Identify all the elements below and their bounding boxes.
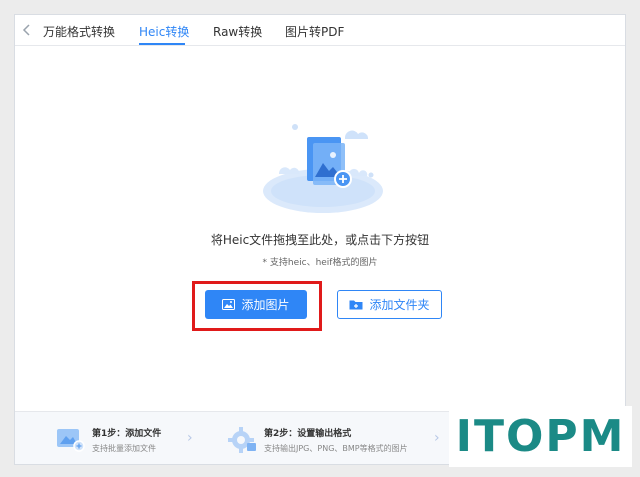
image-add-icon [57,429,85,452]
add-folder-button[interactable]: 添加文件夹 [337,290,442,319]
chevron-right-icon: › [434,430,440,446]
chevron-left-icon [22,24,30,36]
step-2-title: 第2步：设置输出格式 [264,429,352,439]
image-icon [222,299,236,310]
tab-heic-convert[interactable]: Heic转换 [139,23,189,40]
folder-add-icon [349,300,363,310]
chevron-right-icon: › [187,430,193,446]
upload-illustration [263,124,383,213]
format-support-note: * 支持heic、heif格式的图片 [262,258,378,268]
tab-raw-convert[interactable]: Raw转换 [213,23,262,40]
tab-image-to-pdf[interactable]: 图片转PDF [285,23,344,40]
add-image-label: 添加图片 [241,298,290,312]
tab-universal-convert[interactable]: 万能格式转换 [43,23,115,40]
step-1-desc: 支持批量添加文件 [92,444,156,453]
gear-icon [228,427,256,453]
watermark-logo: ITOPM [449,406,632,467]
back-button[interactable] [19,22,35,38]
tab-bar: 万能格式转换 Heic转换 Raw转换 图片转PDF [15,15,625,46]
step-2-desc: 支持输出JPG、PNG、BMP等格式的图片 [264,444,408,453]
active-tab-indicator [139,43,185,45]
add-image-button[interactable]: 添加图片 [205,290,307,319]
watermark-text: ITOPM [455,410,626,462]
drop-hint: 将Heic文件拖拽至此处，或点击下方按钮 [210,233,430,247]
step-1-title: 第1步：添加文件 [92,429,162,439]
add-folder-label: 添加文件夹 [369,298,430,312]
app-window: 万能格式转换 Heic转换 Raw转换 图片转PDF 将Heic文件拖拽至此处，… [14,14,626,465]
